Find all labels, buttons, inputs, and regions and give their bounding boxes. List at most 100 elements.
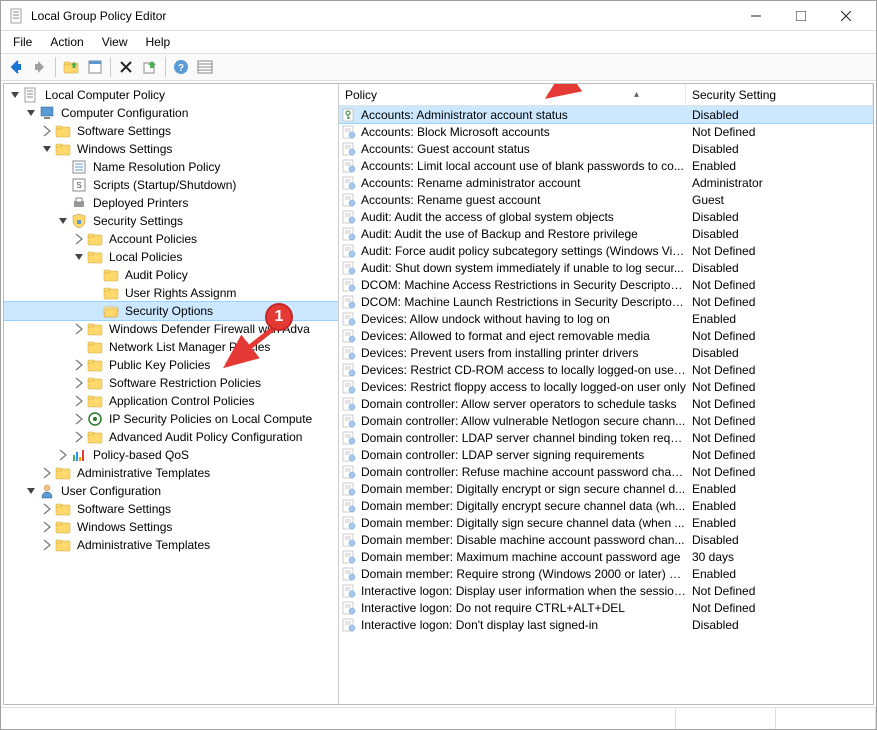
list-row[interactable]: Accounts: Rename guest accountGuest	[339, 191, 873, 208]
tree-item[interactable]: User Configuration	[4, 482, 338, 500]
expand-icon[interactable]	[40, 466, 54, 480]
tree-item[interactable]: Scripts (Startup/Shutdown)	[4, 176, 338, 194]
tree-item[interactable]: Network List Manager Policies	[4, 338, 338, 356]
status-segment	[1, 708, 676, 729]
tree-item[interactable]: Windows Settings	[4, 518, 338, 536]
expand-icon[interactable]	[40, 502, 54, 516]
policy-icon	[341, 498, 357, 514]
menu-file[interactable]: File	[5, 33, 40, 51]
tree-pane[interactable]: Local Computer PolicyComputer Configurat…	[4, 84, 339, 704]
tree-item[interactable]: Administrative Templates	[4, 536, 338, 554]
expand-icon[interactable]	[72, 430, 86, 444]
list-row[interactable]: Domain member: Disable machine account p…	[339, 531, 873, 548]
tree-item[interactable]: Windows Settings	[4, 140, 338, 158]
tree-item[interactable]: Audit Policy	[4, 266, 338, 284]
close-button[interactable]	[823, 2, 868, 30]
expand-icon[interactable]	[40, 538, 54, 552]
tree-item[interactable]: User Rights Assignm	[4, 284, 338, 302]
tree-item[interactable]: Software Restriction Policies	[4, 374, 338, 392]
collapse-icon[interactable]	[40, 142, 54, 156]
tree-item[interactable]: Local Computer Policy	[4, 86, 338, 104]
list-row[interactable]: Accounts: Guest account statusDisabled	[339, 140, 873, 157]
menu-help[interactable]: Help	[138, 33, 179, 51]
expand-icon[interactable]	[56, 448, 70, 462]
collapse-icon[interactable]	[8, 88, 22, 102]
setting-cell: Disabled	[686, 261, 873, 275]
collapse-icon[interactable]	[72, 250, 86, 264]
list-row[interactable]: DCOM: Machine Access Restrictions in Sec…	[339, 276, 873, 293]
policy-icon	[341, 277, 357, 293]
list-row[interactable]: Accounts: Limit local account use of bla…	[339, 157, 873, 174]
column-header-setting[interactable]: Security Setting	[686, 84, 873, 105]
tree-item[interactable]: Application Control Policies	[4, 392, 338, 410]
expand-icon[interactable]	[40, 520, 54, 534]
titlebar[interactable]: Local Group Policy Editor	[1, 1, 876, 31]
list-row[interactable]: Domain controller: Allow vulnerable Netl…	[339, 412, 873, 429]
list-row[interactable]: DCOM: Machine Launch Restrictions in Sec…	[339, 293, 873, 310]
tree-item[interactable]: Deployed Printers	[4, 194, 338, 212]
expand-icon[interactable]	[72, 394, 86, 408]
list-row[interactable]: Audit: Shut down system immediately if u…	[339, 259, 873, 276]
tree-item[interactable]: Software Settings	[4, 122, 338, 140]
collapse-icon[interactable]	[56, 214, 70, 228]
list-row[interactable]: Domain member: Maximum machine account p…	[339, 548, 873, 565]
delete-button[interactable]	[115, 56, 137, 78]
tree-item[interactable]: Software Settings	[4, 500, 338, 518]
tree-item[interactable]: Local Policies	[4, 248, 338, 266]
maximize-button[interactable]	[778, 2, 823, 30]
expand-icon[interactable]	[40, 124, 54, 138]
app-icon	[9, 8, 25, 24]
list-row[interactable]: Interactive logon: Display user informat…	[339, 582, 873, 599]
collapse-icon[interactable]	[24, 106, 38, 120]
list-row[interactable]: Accounts: Administrator account statusDi…	[339, 106, 873, 123]
list-body[interactable]: Accounts: Administrator account statusDi…	[339, 106, 873, 704]
list-row[interactable]: Devices: Allowed to format and eject rem…	[339, 327, 873, 344]
expand-icon[interactable]	[72, 412, 86, 426]
list-row[interactable]: Interactive logon: Don't display last si…	[339, 616, 873, 633]
expand-icon[interactable]	[72, 376, 86, 390]
properties-button[interactable]	[84, 56, 106, 78]
tree-item[interactable]: Security Settings	[4, 212, 338, 230]
list-row[interactable]: Audit: Audit the use of Backup and Resto…	[339, 225, 873, 242]
list-row[interactable]: Devices: Prevent users from installing p…	[339, 344, 873, 361]
up-button[interactable]	[60, 56, 82, 78]
list-row[interactable]: Audit: Audit the access of global system…	[339, 208, 873, 225]
list-row[interactable]: Domain member: Digitally encrypt or sign…	[339, 480, 873, 497]
help-button[interactable]	[170, 56, 192, 78]
menu-view[interactable]: View	[94, 33, 136, 51]
details-view-button[interactable]	[194, 56, 216, 78]
list-row[interactable]: Domain controller: LDAP server channel b…	[339, 429, 873, 446]
minimize-button[interactable]	[733, 2, 778, 30]
expand-icon[interactable]	[72, 322, 86, 336]
list-row[interactable]: Devices: Restrict floppy access to local…	[339, 378, 873, 395]
tree-item[interactable]: Account Policies	[4, 230, 338, 248]
tree-item[interactable]: IP Security Policies on Local Compute	[4, 410, 338, 428]
tree-item[interactable]: Advanced Audit Policy Configuration	[4, 428, 338, 446]
setting-cell: Enabled	[686, 312, 873, 326]
collapse-icon[interactable]	[24, 484, 38, 498]
list-row[interactable]: Domain controller: LDAP server signing r…	[339, 446, 873, 463]
tree-item[interactable]: Public Key Policies	[4, 356, 338, 374]
list-row[interactable]: Accounts: Block Microsoft accountsNot De…	[339, 123, 873, 140]
tree-item[interactable]: Name Resolution Policy	[4, 158, 338, 176]
back-button[interactable]	[5, 56, 27, 78]
tree-item[interactable]: Policy-based QoS	[4, 446, 338, 464]
list-row[interactable]: Accounts: Rename administrator accountAd…	[339, 174, 873, 191]
tree-item[interactable]: Administrative Templates	[4, 464, 338, 482]
list-row[interactable]: Audit: Force audit policy subcategory se…	[339, 242, 873, 259]
list-row[interactable]: Devices: Allow undock without having to …	[339, 310, 873, 327]
tree-item-label: Application Control Policies	[107, 394, 256, 408]
list-row[interactable]: Domain member: Digitally sign secure cha…	[339, 514, 873, 531]
list-row[interactable]: Domain controller: Refuse machine accoun…	[339, 463, 873, 480]
menu-action[interactable]: Action	[42, 33, 91, 51]
list-row[interactable]: Domain member: Digitally encrypt secure …	[339, 497, 873, 514]
forward-button[interactable]	[29, 56, 51, 78]
tree-item[interactable]: Computer Configuration	[4, 104, 338, 122]
list-row[interactable]: Domain controller: Allow server operator…	[339, 395, 873, 412]
expand-icon[interactable]	[72, 358, 86, 372]
list-row[interactable]: Devices: Restrict CD-ROM access to local…	[339, 361, 873, 378]
export-button[interactable]	[139, 56, 161, 78]
list-row[interactable]: Domain member: Require strong (Windows 2…	[339, 565, 873, 582]
list-row[interactable]: Interactive logon: Do not require CTRL+A…	[339, 599, 873, 616]
expand-icon[interactable]	[72, 232, 86, 246]
